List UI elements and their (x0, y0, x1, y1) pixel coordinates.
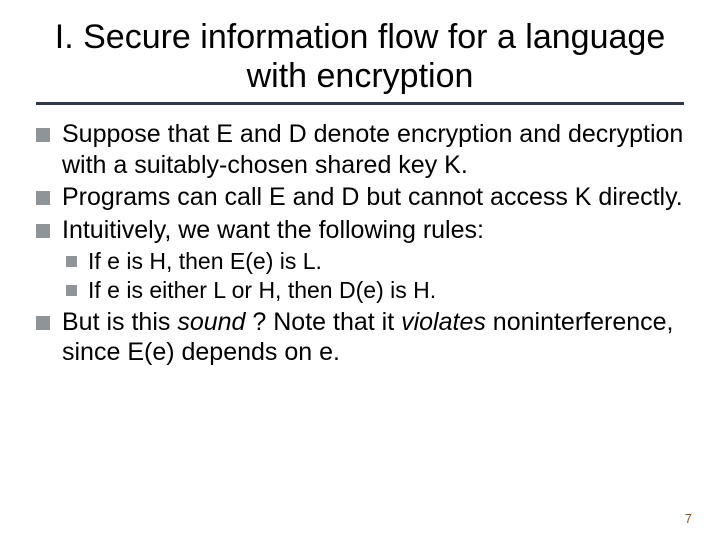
slide-body: Suppose that E and D denote encryption a… (28, 119, 692, 368)
bullet-item: Intuitively, we want the following rules… (32, 215, 688, 305)
text-segment: D (339, 277, 356, 303)
text-segment: E (269, 183, 286, 211)
text-segment: (e) is H. (356, 277, 437, 303)
text-segment: But is this (62, 308, 177, 336)
sub-bullet-item: If e is either L or H, then D(e) is H. (62, 276, 688, 305)
text-segment: sound (177, 308, 245, 336)
text-segment: Suppose that (62, 120, 216, 148)
text-segment: violates (401, 308, 486, 336)
text-segment: Programs can call (62, 183, 269, 211)
text-segment: (e) is L. (245, 248, 322, 274)
text-segment: and (233, 120, 289, 148)
text-segment: If e is H, then (88, 248, 230, 274)
sub-bullet-list: If e is H, then E(e) is L.If e is either… (62, 247, 688, 305)
text-segment: ? Note that it (245, 308, 401, 336)
text-segment: (e) depends on e. (144, 338, 340, 366)
text-segment: but cannot access K directly. (359, 183, 682, 211)
text-segment: D (341, 183, 359, 211)
text-segment: and (286, 183, 342, 211)
text-segment: D (289, 120, 307, 148)
text-segment: E (216, 120, 233, 148)
text-segment: E (127, 338, 144, 366)
text-segment: Intuitively, we want the following rules… (62, 216, 484, 244)
slide-title: I. Secure information flow for a languag… (28, 18, 692, 102)
text-segment: E (230, 248, 245, 274)
bullet-item: Suppose that E and D denote encryption a… (32, 119, 688, 180)
text-segment: If e is either L or H, then (88, 277, 339, 303)
title-underline (36, 102, 684, 105)
sub-bullet-item: If e is H, then E(e) is L. (62, 247, 688, 276)
bullet-list: Suppose that E and D denote encryption a… (32, 119, 688, 368)
page-number: 7 (685, 511, 692, 526)
bullet-item: But is this sound ? Note that it violate… (32, 307, 688, 368)
bullet-item: Programs can call E and D but cannot acc… (32, 182, 688, 213)
